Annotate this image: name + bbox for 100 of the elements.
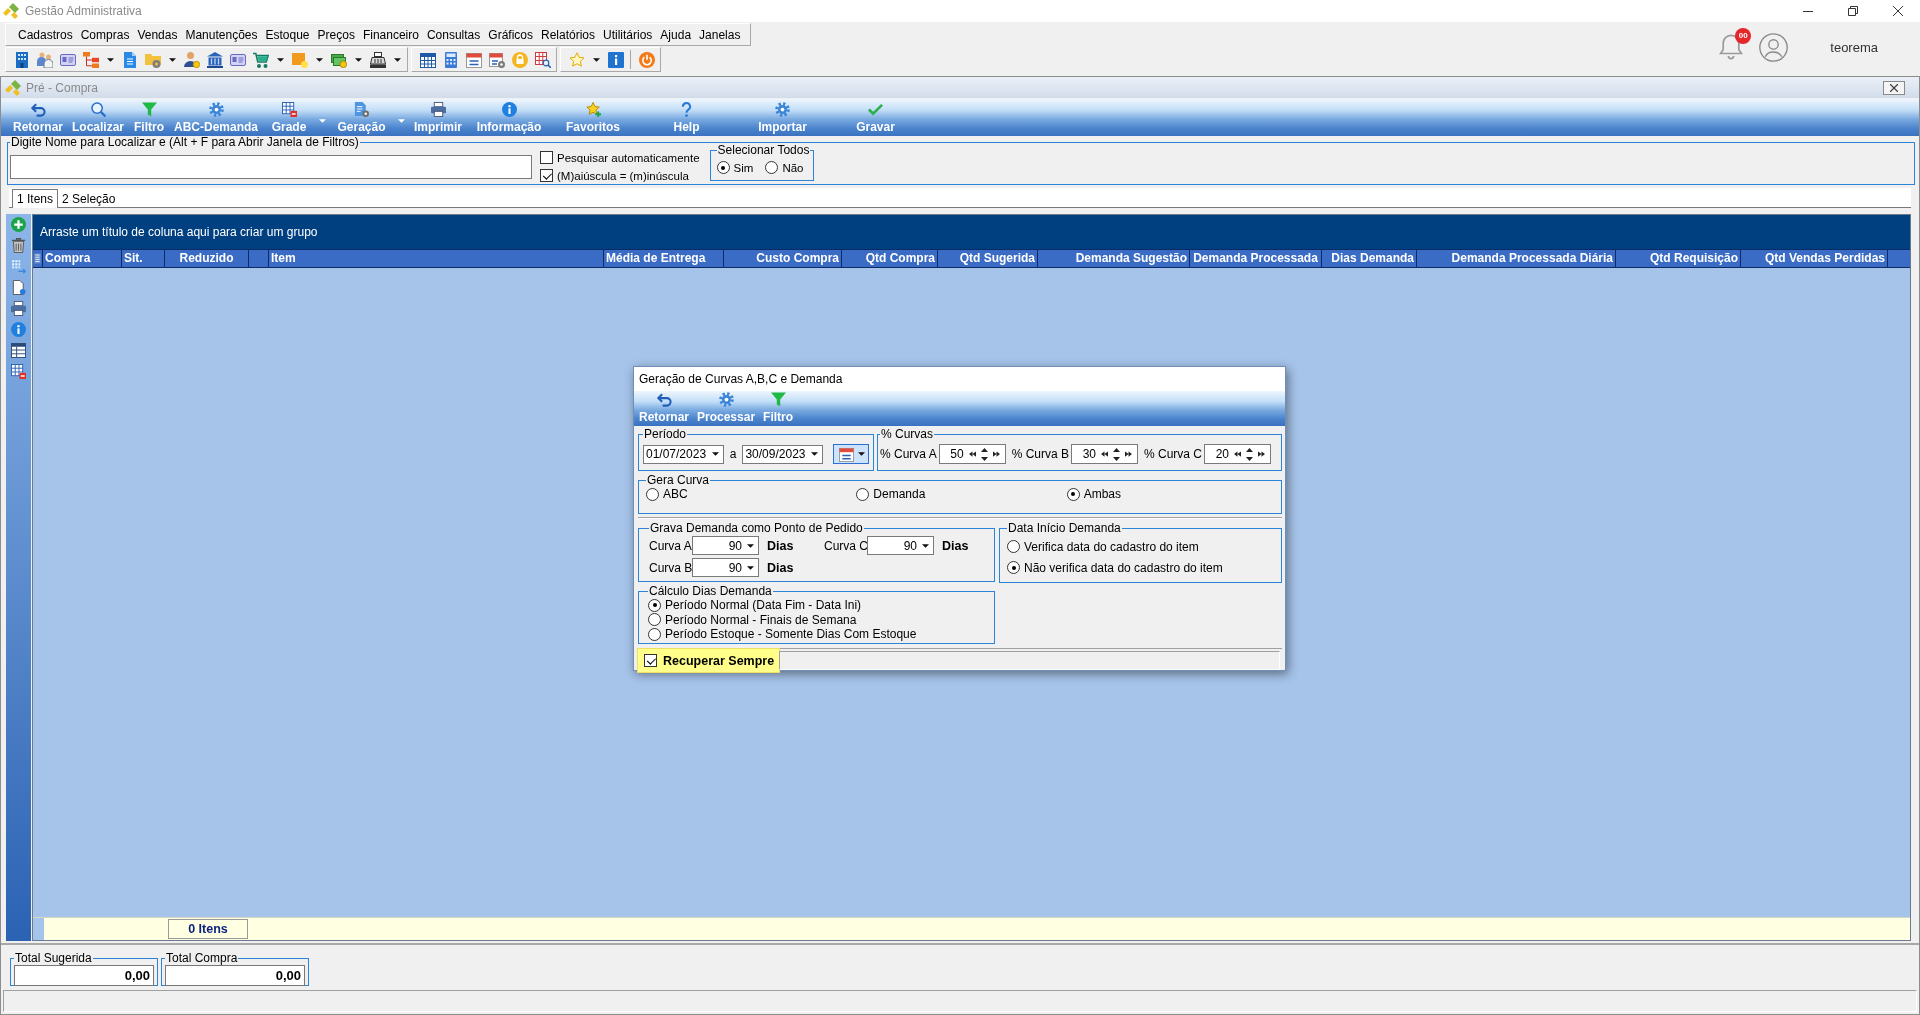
calendar-icon[interactable] <box>465 51 482 68</box>
calendar-button[interactable] <box>833 444 869 464</box>
column-header[interactable]: Qtd Requisição <box>1616 250 1741 267</box>
close-button[interactable] <box>1883 80 1905 95</box>
trash-icon[interactable] <box>11 238 26 253</box>
column-header[interactable]: Sit. <box>122 250 165 267</box>
menu-item[interactable]: Manutenções <box>181 24 262 45</box>
caret-icon[interactable] <box>747 565 754 570</box>
caret-icon[interactable] <box>393 57 401 62</box>
caret-icon[interactable] <box>168 57 176 62</box>
bank-icon[interactable] <box>206 51 223 68</box>
grid-icon[interactable] <box>281 102 297 117</box>
money-icon[interactable] <box>330 51 347 68</box>
close-icon[interactable] <box>1892 6 1903 16</box>
spin-field[interactable]: 50 <box>938 444 1006 464</box>
info-icon[interactable] <box>501 102 517 117</box>
toolbar-button[interactable]: Imprimir <box>408 99 468 136</box>
radio-button[interactable] <box>716 161 730 174</box>
menu-item[interactable]: Gráficos <box>484 24 537 45</box>
toolbar-button[interactable]: ABC-Demanda <box>169 99 263 136</box>
radio-button[interactable] <box>646 487 659 501</box>
double-right-arrow-icon[interactable] <box>1258 451 1265 457</box>
printer-icon[interactable] <box>11 301 26 316</box>
caret-icon[interactable] <box>315 57 323 62</box>
combo-box[interactable]: 90 <box>867 536 934 555</box>
menu-item[interactable]: Preços <box>313 24 359 45</box>
column-header[interactable]: Item <box>269 250 604 267</box>
menu-item[interactable]: Consultas <box>422 24 485 45</box>
toolbar-button[interactable]: Geração <box>329 99 394 136</box>
restore-icon[interactable] <box>1847 6 1858 16</box>
spin-field[interactable]: 20 <box>1204 444 1271 464</box>
column-header[interactable]: Demanda Processada <box>1190 250 1322 267</box>
id-card-icon[interactable] <box>229 51 246 68</box>
radio-button[interactable] <box>1066 487 1080 501</box>
column-header[interactable]: Média de Entrega <box>604 250 724 267</box>
calendar-icon[interactable] <box>839 446 855 462</box>
caret-icon[interactable] <box>922 543 929 548</box>
radio-button[interactable] <box>648 627 661 641</box>
calculator-icon[interactable] <box>442 51 459 68</box>
toolbar-button[interactable]: Importar <box>737 99 828 136</box>
undo-arrow-icon[interactable] <box>30 102 46 117</box>
gear-icon[interactable] <box>775 102 790 117</box>
person-coin-icon[interactable] <box>183 51 200 68</box>
menu-item[interactable]: Vendas <box>133 24 182 45</box>
double-right-arrow-icon[interactable] <box>1125 451 1133 457</box>
caret-icon[interactable] <box>711 452 719 456</box>
date-field[interactable]: 01/07/2023 <box>643 444 724 464</box>
check-icon[interactable] <box>868 102 883 117</box>
double-left-arrow-icon[interactable] <box>1101 451 1109 457</box>
tab[interactable]: 1 Itens <box>12 189 59 208</box>
undo-arrow-icon[interactable] <box>656 392 672 407</box>
double-right-arrow-icon[interactable] <box>992 451 1000 457</box>
checkbox[interactable] <box>540 169 553 182</box>
toolbar-button[interactable]: Filtro <box>129 99 169 136</box>
list-icon[interactable] <box>34 253 41 264</box>
minimize-icon[interactable] <box>1802 10 1813 12</box>
caret-icon[interactable] <box>354 57 362 62</box>
caret-icon[interactable] <box>276 57 284 62</box>
caret-icon[interactable] <box>811 452 819 456</box>
radio-button[interactable] <box>1007 561 1020 574</box>
column-header[interactable]: Demanda Processada Diária <box>1417 250 1616 267</box>
add-icon[interactable] <box>11 217 26 232</box>
radio-button[interactable] <box>648 613 661 627</box>
menu-item[interactable]: Estoque <box>261 24 314 45</box>
document-icon[interactable] <box>11 280 26 295</box>
printer-icon[interactable] <box>430 102 446 117</box>
double-left-arrow-icon[interactable] <box>968 451 976 457</box>
column-header[interactable]: Qtd Sugerida <box>938 250 1038 267</box>
column-header[interactable]: Reduzido <box>165 250 249 267</box>
menu-item[interactable]: Ajuda <box>656 24 696 45</box>
gear-icon[interactable] <box>718 392 734 407</box>
grid-arrow-icon[interactable] <box>11 259 26 274</box>
up-down-arrows-icon[interactable] <box>1113 447 1121 461</box>
people-icon[interactable] <box>36 51 53 68</box>
toolbar-button[interactable]: Grade <box>263 99 315 136</box>
column-header[interactable]: Compra <box>43 250 122 267</box>
building-icon[interactable] <box>13 51 30 68</box>
caret-icon[interactable] <box>592 57 600 62</box>
column-header[interactable]: Qtd Compra <box>842 250 938 267</box>
combo-box[interactable]: 90 <box>692 536 759 555</box>
info-icon[interactable] <box>11 322 26 337</box>
caret-icon[interactable] <box>106 57 114 62</box>
toolbar-button[interactable]: Filtro <box>763 391 794 426</box>
cart-icon[interactable] <box>252 51 269 68</box>
cash-register-icon[interactable] <box>369 51 386 68</box>
column-header[interactable]: Custo Compra <box>724 250 842 267</box>
radio-button[interactable] <box>856 487 870 501</box>
info-icon[interactable] <box>607 51 624 68</box>
toolbar-button[interactable]: Localizar <box>67 99 129 136</box>
table-icon[interactable] <box>11 343 26 358</box>
org-chart-icon[interactable] <box>82 51 99 68</box>
toolbar-button[interactable]: Retornar <box>639 391 689 426</box>
menu-item[interactable]: Janelas <box>695 24 745 45</box>
close-icon[interactable] <box>1890 83 1898 92</box>
up-down-arrows-icon[interactable] <box>980 447 988 461</box>
menu-item[interactable]: Utilitários <box>599 24 657 45</box>
up-down-arrows-icon[interactable] <box>1246 447 1253 461</box>
radio-button[interactable] <box>765 161 779 174</box>
search-icon[interactable] <box>90 102 106 117</box>
column-header[interactable]: Demanda Sugestão <box>1038 250 1190 267</box>
